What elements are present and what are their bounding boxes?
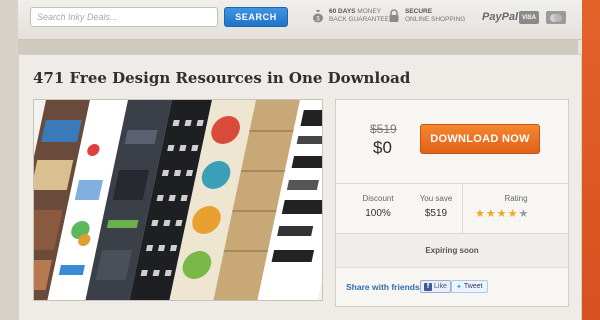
money-back-line1: 60 DAYS [329, 8, 356, 15]
stats-divider [462, 184, 463, 234]
page-title: 471 Free Design Resources in One Downloa… [33, 69, 411, 87]
deal-price: $0 [373, 138, 392, 157]
discount-value: 100% [365, 208, 391, 219]
share-with-friends-link[interactable]: Share with friends [346, 282, 420, 292]
share-row: Share with friends f Like ✦ Tweet [336, 268, 568, 306]
money-bag-icon: $ [312, 9, 324, 23]
you-save-label: You save [419, 194, 453, 203]
expiring-text: Expiring soon [425, 246, 479, 255]
top-bar: SEARCH $ 60 DAYS MONEYBACK GUARANTEE SEC… [18, 0, 582, 40]
star-icon: ★ [496, 208, 507, 220]
star-icon: ★ [485, 208, 496, 220]
discount-stat: Discount 100% [358, 194, 398, 219]
search-input[interactable] [30, 7, 218, 27]
discount-label: Discount [362, 194, 394, 203]
price-row: $519 $0 DOWNLOAD NOW [336, 100, 568, 184]
deal-preview-image[interactable] [33, 99, 323, 301]
rating-label: Rating [504, 194, 528, 203]
stats-row: Discount 100% You save $519 Rating ★ ★ ★ ★ ★ [336, 184, 568, 234]
facebook-icon: f [424, 282, 432, 291]
paypal-logo: PayPal [482, 11, 519, 23]
twitter-bird-icon: ✦ [456, 283, 462, 291]
page-background-left [0, 0, 18, 320]
tweet-button[interactable]: ✦ Tweet [451, 280, 488, 293]
deal-box: $519 $0 DOWNLOAD NOW Discount 100% You s… [335, 99, 569, 307]
rating-stars: ★ ★ ★ ★ ★ [475, 209, 528, 220]
visa-card-icon: VISA [519, 11, 539, 24]
search-button[interactable]: SEARCH [224, 7, 288, 27]
deal-panel: 471 Free Design Resources in One Downloa… [18, 54, 582, 320]
like-label: Like [434, 283, 447, 290]
money-back-line2: BACK GUARANTEE [329, 15, 389, 23]
tweet-label: Tweet [463, 283, 483, 290]
expiring-row: Expiring soon [336, 234, 568, 268]
star-icon: ★ [518, 208, 529, 220]
money-back-badge: $ 60 DAYS MONEY BACK GUARANTEE [312, 8, 389, 23]
secure-badge: SECURE ONLINE SHOPPING [388, 8, 465, 23]
you-save-stat: You save $519 [416, 194, 456, 219]
download-now-button[interactable]: DOWNLOAD NOW [420, 124, 540, 154]
page-background-right [582, 0, 600, 320]
secure-line2: ONLINE SHOPPING [405, 15, 466, 23]
star-icon: ★ [507, 208, 518, 220]
secure-line1: SECURE [405, 8, 433, 15]
mastercard-icon [546, 11, 566, 24]
you-save-value: $519 [424, 208, 448, 219]
facebook-like-button[interactable]: f Like [420, 280, 451, 293]
star-icon: ★ [475, 208, 485, 220]
money-back-line1-rest: MONEY [355, 8, 382, 15]
lock-icon [388, 8, 400, 23]
original-price: $519 [370, 122, 397, 136]
